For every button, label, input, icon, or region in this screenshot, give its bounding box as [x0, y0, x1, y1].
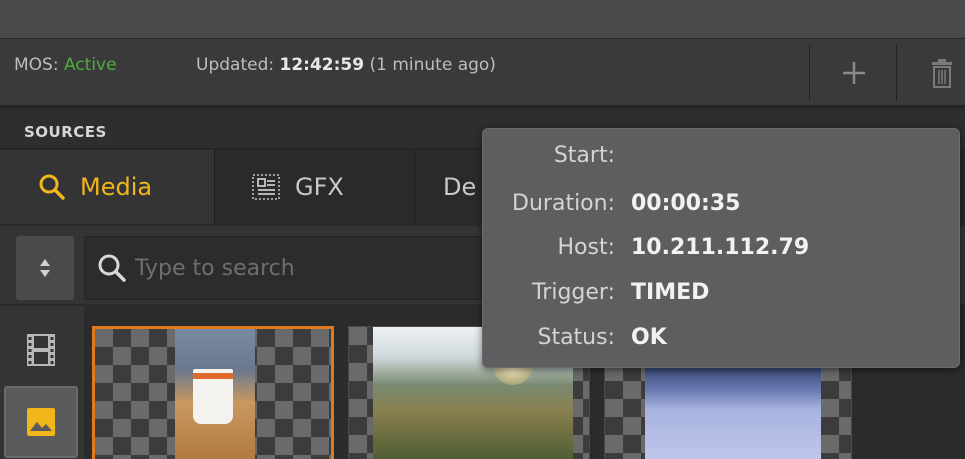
trigger-label: Trigger: — [532, 280, 615, 305]
window-top-strip — [0, 0, 965, 38]
updated-time: 12:42:59 — [279, 55, 365, 75]
tooltip-row-start: Start: — [483, 143, 961, 173]
tab-de-label: De — [443, 173, 477, 201]
sort-button[interactable] — [16, 236, 74, 300]
duration-value: 00:00:35 — [631, 191, 741, 216]
add-button[interactable] — [834, 49, 874, 97]
tab-gfx-label: GFX — [295, 173, 344, 201]
thumbnail-image — [175, 329, 255, 459]
sources-title: SOURCES — [24, 123, 107, 141]
media-info-tooltip: Start: Duration: 00:00:35 Host: 10.211.1… — [482, 128, 960, 368]
media-thumbnail[interactable] — [92, 326, 334, 459]
sidebar-item-images[interactable] — [4, 386, 78, 458]
duration-label: Duration: — [512, 191, 615, 216]
image-icon — [27, 408, 55, 436]
status-label: Status: — [537, 325, 615, 350]
search-input[interactable] — [135, 255, 475, 281]
tooltip-row-trigger: Trigger: TIMED — [483, 280, 961, 310]
tab-media[interactable]: Media — [0, 150, 214, 224]
mos-label: MOS: — [14, 55, 59, 75]
media-type-sidebar — [0, 306, 84, 459]
tooltip-row-host: Host: 10.211.112.79 — [483, 235, 961, 265]
mos-status: MOS: Active — [14, 55, 117, 75]
tab-gfx[interactable]: GFX — [214, 150, 414, 224]
host-label: Host: — [557, 235, 615, 260]
sort-icon — [40, 259, 50, 277]
divider — [896, 45, 897, 101]
mos-state: Active — [63, 55, 117, 75]
trigger-value: TIMED — [631, 280, 710, 305]
sidebar-item-video[interactable] — [4, 314, 78, 386]
status-value: OK — [631, 325, 667, 350]
updated-status: Updated: 12:42:59 (1 minute ago) — [196, 55, 496, 75]
search-box — [84, 236, 504, 300]
film-icon — [27, 334, 55, 366]
status-bar: MOS: Active Updated: 12:42:59 (1 minute … — [0, 38, 965, 108]
updated-label: Updated: — [196, 55, 275, 75]
graphics-icon — [251, 173, 281, 201]
search-icon — [38, 173, 66, 201]
plus-icon — [843, 62, 865, 84]
search-icon — [98, 254, 126, 282]
host-value: 10.211.112.79 — [631, 235, 810, 260]
start-label: Start: — [553, 143, 615, 168]
divider — [809, 45, 810, 101]
trash-icon — [932, 59, 952, 88]
tooltip-row-status: Status: OK — [483, 325, 961, 355]
updated-relative: (1 minute ago) — [369, 55, 496, 75]
tooltip-row-duration: Duration: 00:00:35 — [483, 191, 961, 221]
delete-button[interactable] — [922, 49, 962, 97]
tab-media-label: Media — [80, 173, 153, 201]
